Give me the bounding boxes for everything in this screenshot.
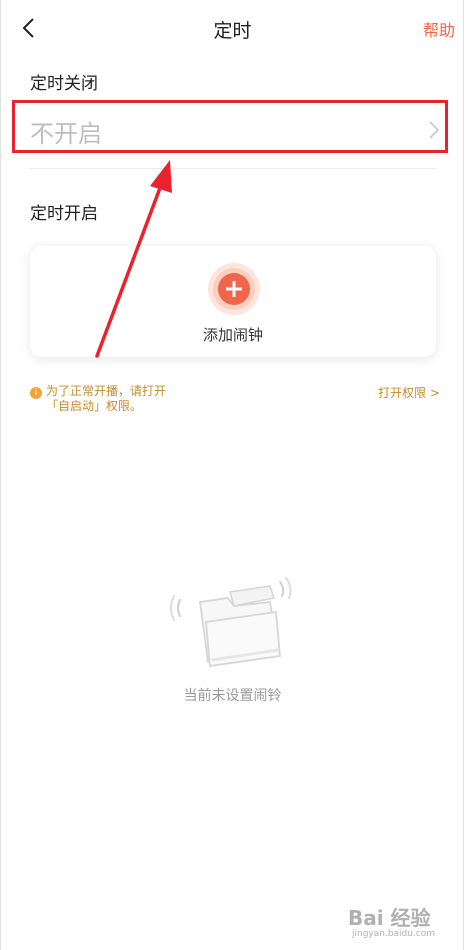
empty-state-text: 当前未设置闹铃: [183, 688, 282, 704]
page-title: 定时: [213, 20, 252, 42]
empty-folder-icon: [170, 577, 292, 667]
timer-off-label: 定时关闭: [30, 74, 98, 94]
frame-border-right: [463, 0, 464, 950]
timer-on-label: 定时开启: [30, 204, 98, 224]
watermark-url: jingyan.baidu.com: [352, 929, 436, 939]
divider: [30, 168, 436, 169]
add-alarm-label: 添加闹钟: [202, 326, 263, 344]
top-bar: 定时 帮助: [0, 0, 465, 56]
help-link[interactable]: 帮助: [423, 17, 455, 41]
plus-circle-icon: [208, 263, 260, 315]
add-alarm-card[interactable]: 添加闹钟: [30, 246, 436, 357]
watermark-logo: Bai 经验: [348, 906, 431, 930]
warning-icon: i: [30, 387, 42, 399]
permission-hint-text: 为了正常开播，请打开 「自启动」权限。: [46, 384, 167, 413]
annotation-highlight-box: [12, 100, 448, 153]
open-permission-link[interactable]: 打开权限 >: [378, 384, 440, 401]
frame-border-left: [0, 0, 1, 950]
add-alarm-button[interactable]: [207, 262, 261, 316]
permission-hint: i 为了正常开播，请打开 「自启动」权限。 打开权限 >: [30, 384, 440, 424]
watermark: Bai 经验 jingyan.baidu.com: [348, 902, 458, 944]
